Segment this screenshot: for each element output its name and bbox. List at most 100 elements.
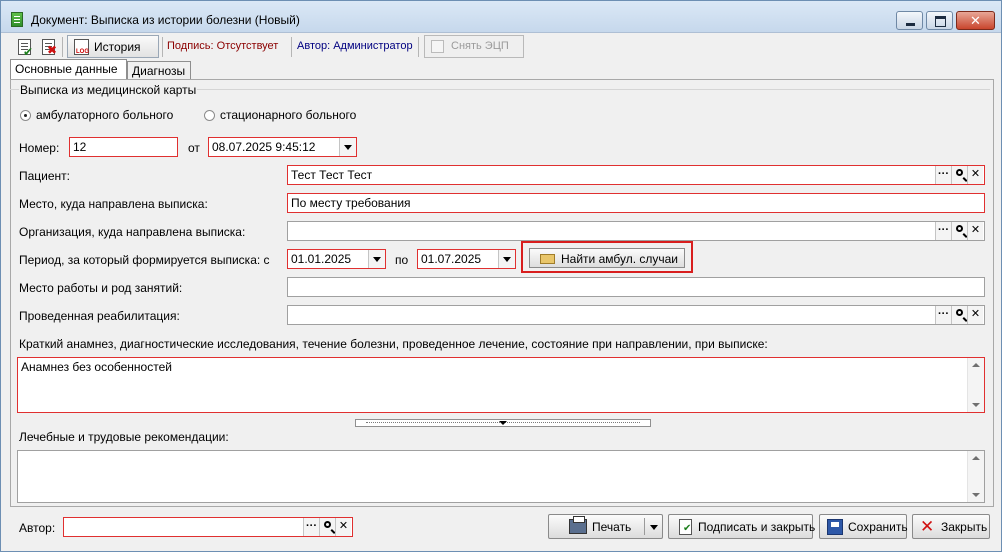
org-field[interactable]: ··· ✕ bbox=[287, 221, 985, 241]
toolbar-separator bbox=[62, 37, 63, 57]
search-icon bbox=[324, 521, 331, 528]
toolbar-separator bbox=[162, 37, 163, 57]
tab-diagnoses[interactable]: Диагнозы bbox=[127, 61, 191, 80]
anamnesis-textarea[interactable]: Анамнез без особенностей bbox=[17, 357, 985, 413]
minimize-button[interactable] bbox=[896, 11, 923, 30]
scroll-up-icon bbox=[972, 363, 980, 367]
anamnesis-label: Краткий анамнез, диагностические исследо… bbox=[19, 337, 768, 351]
period-to-value: 01.07.2025 bbox=[421, 252, 482, 266]
patient-field[interactable]: Тест Тест Тест ··· ✕ bbox=[287, 165, 985, 185]
work-label: Место работы и род занятий: bbox=[19, 281, 183, 295]
chevron-down-icon[interactable] bbox=[339, 138, 356, 156]
title-bar: Документ: Выписка из истории болезни (Но… bbox=[1, 1, 1001, 33]
scroll-up-icon bbox=[972, 456, 980, 460]
history-button[interactable]: История bbox=[67, 35, 159, 58]
close-icon: ✕ bbox=[920, 517, 935, 536]
number-label: Номер: bbox=[19, 141, 60, 155]
search-button[interactable] bbox=[319, 518, 335, 536]
split-divider bbox=[644, 518, 645, 535]
period-from-field[interactable]: 01.01.2025 bbox=[287, 249, 386, 269]
printer-icon bbox=[569, 516, 587, 534]
check-document-button[interactable]: ✔ bbox=[13, 35, 35, 59]
remove-ecp-button[interactable]: Снять ЭЦП bbox=[424, 35, 524, 58]
place-field[interactable]: По месту требования bbox=[287, 193, 985, 213]
remove-ecp-label: Снять ЭЦП bbox=[451, 40, 509, 52]
search-icon bbox=[956, 225, 963, 232]
folder-icon bbox=[540, 254, 555, 264]
radio-outpatient-label: амбулаторного больного bbox=[36, 108, 174, 122]
search-button[interactable] bbox=[951, 166, 967, 184]
scroll-down-icon bbox=[972, 403, 980, 407]
tab-main-data[interactable]: Основные данные bbox=[10, 59, 127, 80]
patient-label: Пациент: bbox=[19, 169, 71, 183]
chevron-down-icon[interactable] bbox=[650, 525, 658, 530]
document-window: Документ: Выписка из истории болезни (Но… bbox=[0, 0, 1002, 552]
clear-button[interactable]: ✕ bbox=[967, 166, 983, 184]
org-edit-buttons: ··· ✕ bbox=[935, 222, 984, 240]
footer-author-field[interactable]: ··· ✕ bbox=[63, 517, 353, 537]
author-edit-buttons: ··· ✕ bbox=[303, 518, 352, 536]
org-label: Организация, куда направлена выписка: bbox=[19, 225, 246, 239]
place-label: Место, куда направлена выписка: bbox=[19, 197, 208, 211]
anamnesis-scrollbar[interactable] bbox=[967, 358, 984, 412]
recommend-scrollbar[interactable] bbox=[967, 451, 984, 502]
close-icon: ✕ bbox=[970, 13, 981, 28]
search-button[interactable] bbox=[951, 222, 967, 240]
find-outpatient-cases-button[interactable]: Найти амбул. случаи bbox=[529, 248, 685, 268]
work-field[interactable] bbox=[287, 277, 985, 297]
scroll-down-icon bbox=[972, 493, 980, 497]
log-icon bbox=[74, 39, 89, 55]
toolbar: ✔ ✖ История Подпись: Отсутствует Автор: … bbox=[11, 35, 993, 59]
maximize-button[interactable] bbox=[926, 11, 953, 30]
find-outpatient-cases-highlight: Найти амбул. случаи bbox=[521, 241, 693, 273]
more-button[interactable]: ··· bbox=[935, 166, 951, 184]
splitter-handle[interactable] bbox=[355, 419, 651, 427]
date-field[interactable]: 08.07.2025 9:45:12 bbox=[208, 137, 357, 157]
period-from-value: 01.01.2025 bbox=[291, 252, 352, 266]
more-button[interactable]: ··· bbox=[935, 222, 951, 240]
toolbar-separator bbox=[418, 37, 419, 57]
patient-value: Тест Тест Тест bbox=[291, 168, 373, 182]
footer-author-label: Автор: bbox=[19, 521, 56, 535]
save-icon bbox=[827, 519, 843, 535]
search-button[interactable] bbox=[951, 306, 967, 324]
close-window-button[interactable]: ✕ bbox=[956, 11, 995, 30]
app-icon bbox=[11, 12, 23, 27]
splitter-dots bbox=[366, 422, 640, 423]
date-from-label: от bbox=[188, 141, 200, 155]
sign-and-close-button[interactable]: Подписать и закрыть bbox=[668, 514, 816, 539]
chevron-down-icon[interactable] bbox=[498, 250, 515, 268]
period-to-label: по bbox=[395, 253, 409, 267]
print-label: Печать bbox=[592, 520, 632, 534]
toolbar-separator bbox=[291, 37, 292, 57]
period-to-field[interactable]: 01.07.2025 bbox=[417, 249, 516, 269]
clear-button[interactable]: ✕ bbox=[335, 518, 351, 536]
signature-status: Подпись: Отсутствует bbox=[167, 40, 279, 52]
sign-close-label: Подписать и закрыть bbox=[698, 520, 816, 534]
clear-button[interactable]: ✕ bbox=[967, 306, 983, 324]
find-button-label: Найти амбул. случаи bbox=[561, 252, 679, 266]
anamnesis-value: Анамнез без особенностей bbox=[21, 360, 172, 374]
rehab-field[interactable]: ··· ✕ bbox=[287, 305, 985, 325]
more-button[interactable]: ··· bbox=[935, 306, 951, 324]
search-icon bbox=[956, 309, 963, 316]
history-label: История bbox=[94, 40, 141, 54]
chevron-down-icon[interactable] bbox=[368, 250, 385, 268]
window-title: Документ: Выписка из истории болезни (Но… bbox=[31, 13, 300, 27]
card-type-legend: Выписка из медицинской карты bbox=[19, 83, 198, 97]
number-field[interactable]: 12 bbox=[69, 137, 178, 157]
radio-inpatient-label: стационарного больного bbox=[220, 108, 357, 122]
save-button[interactable]: Сохранить bbox=[819, 514, 908, 539]
save-label: Сохранить bbox=[848, 520, 908, 534]
close-button[interactable]: ✕ Закрыть bbox=[912, 514, 990, 539]
recommend-textarea[interactable] bbox=[17, 450, 985, 503]
uncheck-document-button[interactable]: ✖ bbox=[37, 35, 59, 58]
more-button[interactable]: ··· bbox=[303, 518, 319, 536]
clear-button[interactable]: ✕ bbox=[967, 222, 983, 240]
pen-icon bbox=[431, 40, 444, 53]
close-label: Закрыть bbox=[941, 520, 988, 534]
checkmark-icon: ✔ bbox=[23, 45, 34, 59]
search-icon bbox=[956, 169, 963, 176]
print-button[interactable]: Печать bbox=[548, 514, 663, 539]
red-x-icon: ✖ bbox=[47, 43, 58, 57]
